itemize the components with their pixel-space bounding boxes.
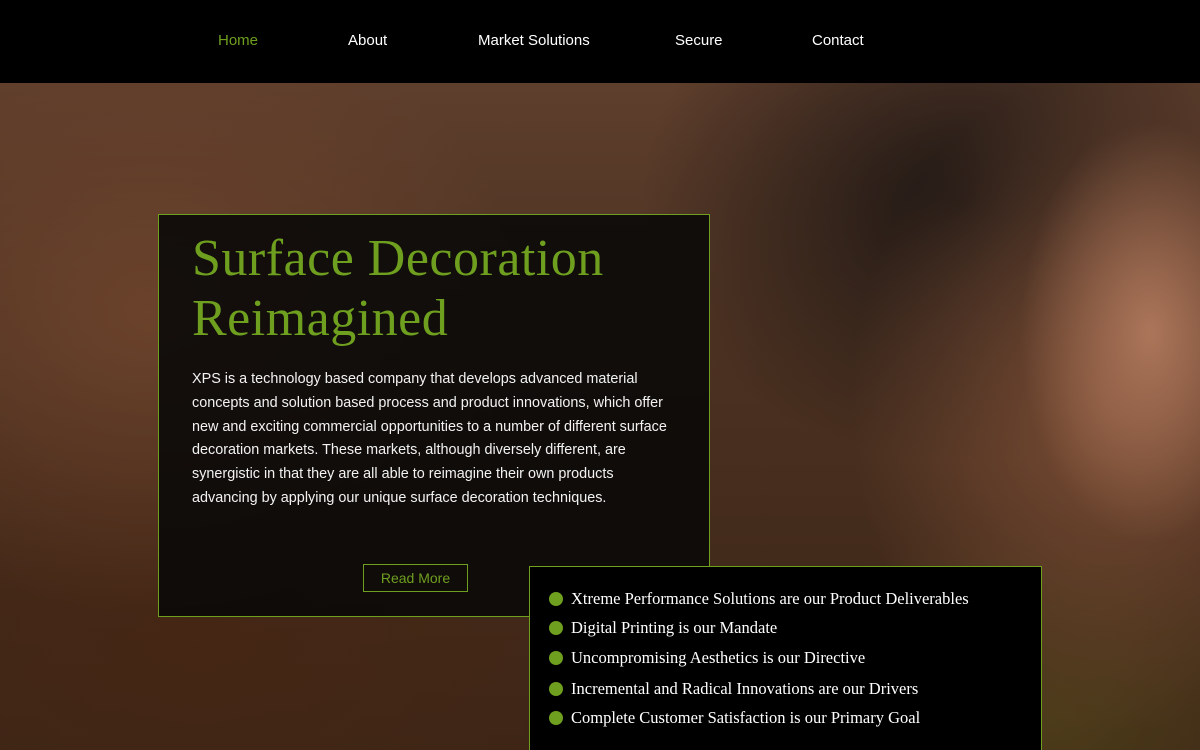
nav-item-home[interactable]: Home (218, 32, 258, 50)
value-list-item: Complete Customer Satisfaction is our Pr… (549, 707, 1029, 729)
bullet-icon (549, 651, 563, 665)
value-list-item: Digital Printing is our Mandate (549, 617, 1029, 639)
nav-item-contact[interactable]: Contact (812, 32, 864, 50)
bullet-icon (549, 711, 563, 725)
bullet-icon (549, 682, 563, 696)
value-list-item: Xtreme Performance Solutions are our Pro… (549, 588, 1029, 610)
value-text: Incremental and Radical Innovations are … (571, 679, 919, 698)
value-text: Uncompromising Aesthetics is our Directi… (571, 648, 866, 667)
hero-description: XPS is a technology based company that d… (192, 371, 667, 506)
value-text: Complete Customer Satisfaction is our Pr… (571, 708, 921, 727)
nav-item-about[interactable]: About (348, 32, 387, 50)
bullet-icon (549, 621, 563, 635)
bullet-icon (549, 592, 563, 606)
value-text: Xtreme Performance Solutions are our Pro… (571, 589, 969, 608)
hero-title-line-2: Reimagined (192, 290, 449, 347)
value-list-item: Uncompromising Aesthetics is our Directi… (549, 647, 1029, 669)
hero-title-line-1: Surface Decoration (192, 230, 604, 287)
value-list-item: Incremental and Radical Innovations are … (549, 678, 1029, 700)
hero-card: Surface Decoration Reimagined XPS is a t… (158, 214, 710, 617)
read-more-button[interactable]: Read More (363, 564, 468, 592)
main-navigation: Home About Market Solutions Secure Conta… (0, 0, 1200, 83)
value-text: Digital Printing is our Mandate (571, 618, 778, 637)
nav-item-market-solutions[interactable]: Market Solutions (478, 32, 590, 50)
hero-title: Surface Decoration Reimagined (192, 229, 692, 349)
nav-item-secure[interactable]: Secure (675, 32, 723, 50)
company-values-list: Xtreme Performance Solutions are our Pro… (529, 566, 1042, 750)
